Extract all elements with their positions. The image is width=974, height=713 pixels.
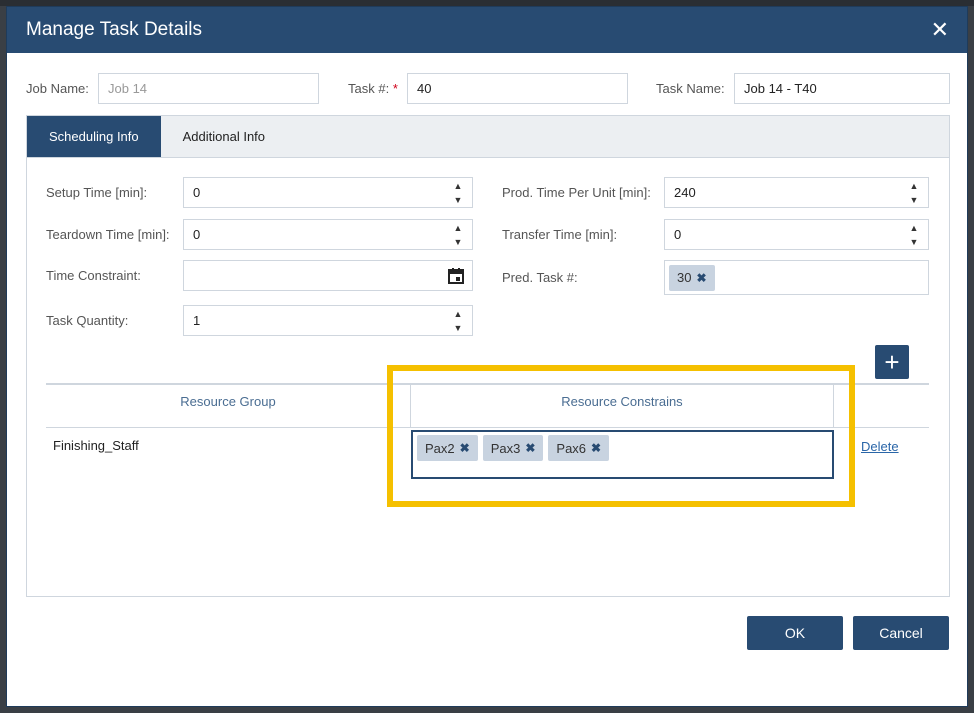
- tab-scheduling-info[interactable]: Scheduling Info: [27, 116, 161, 157]
- teardown-time-spinner[interactable]: ▲ ▼: [452, 223, 464, 247]
- dialog-title: Manage Task Details: [26, 19, 203, 40]
- setup-time-label: Setup Time [min]:: [46, 185, 148, 200]
- prod-time-input[interactable]: 240 ▲ ▼: [664, 177, 929, 208]
- job-name-value: Job 14: [108, 81, 148, 96]
- teardown-time-input[interactable]: 0 ▲ ▼: [183, 219, 473, 250]
- transfer-time-input[interactable]: 0 ▲ ▼: [664, 219, 929, 250]
- teardown-time-value: 0: [193, 227, 201, 242]
- teardown-time-label: Teardown Time [min]:: [46, 227, 170, 242]
- task-quantity-input[interactable]: 1 ▲ ▼: [183, 305, 473, 336]
- close-icon[interactable]: ✕: [931, 19, 949, 41]
- spinner-down-icon[interactable]: ▼: [910, 195, 919, 205]
- spinner-up-icon[interactable]: ▲: [454, 181, 463, 191]
- column-header-resource-group: Resource Group: [180, 394, 276, 409]
- remove-chip-icon[interactable]: ✖: [696, 271, 706, 285]
- transfer-time-value: 0: [674, 227, 682, 242]
- pred-task-chip: 30 ✖: [669, 264, 715, 291]
- prod-time-value: 240: [674, 185, 696, 200]
- delete-row-link[interactable]: Delete: [861, 439, 899, 454]
- tab-additional-info[interactable]: Additional Info: [161, 116, 287, 157]
- pred-task-multiselect[interactable]: 30 ✖: [664, 260, 929, 295]
- spinner-down-icon[interactable]: ▼: [454, 323, 463, 333]
- task-quantity-spinner[interactable]: ▲ ▼: [452, 309, 464, 333]
- task-num-field[interactable]: 40: [407, 73, 628, 104]
- spinner-up-icon[interactable]: ▲: [910, 223, 919, 233]
- cancel-button[interactable]: Cancel: [853, 616, 949, 650]
- time-constraint-input[interactable]: [183, 260, 473, 291]
- time-constraint-label: Time Constraint:: [46, 268, 141, 283]
- spinner-up-icon[interactable]: ▲: [454, 223, 463, 233]
- calendar-icon[interactable]: [448, 268, 464, 284]
- pred-task-label: Pred. Task #:: [502, 270, 578, 285]
- resource-group-cell: Finishing_Staff: [53, 438, 139, 453]
- highlight-box: [387, 365, 855, 507]
- spinner-up-icon[interactable]: ▲: [454, 309, 463, 319]
- setup-time-spinner[interactable]: ▲ ▼: [452, 181, 464, 205]
- spinner-down-icon[interactable]: ▼: [454, 237, 463, 247]
- spinner-down-icon[interactable]: ▼: [454, 195, 463, 205]
- job-name-label: Job Name:: [26, 81, 89, 96]
- add-resource-button[interactable]: +: [875, 345, 909, 379]
- spinner-down-icon[interactable]: ▼: [910, 237, 919, 247]
- task-num-label-text: Task #:: [348, 81, 390, 96]
- task-quantity-value: 1: [193, 313, 201, 328]
- prod-time-spinner[interactable]: ▲ ▼: [908, 181, 920, 205]
- chip-label: 30: [677, 270, 692, 285]
- task-num-label: Task #: *: [348, 81, 398, 96]
- task-name-label: Task Name:: [656, 81, 725, 96]
- task-name-value: Job 14 - T40: [744, 81, 817, 96]
- dialog-titlebar: Manage Task Details ✕: [7, 7, 967, 53]
- task-num-value: 40: [417, 81, 432, 96]
- prod-time-label: Prod. Time Per Unit [min]:: [502, 185, 651, 200]
- ok-button[interactable]: OK: [747, 616, 843, 650]
- tabs-bar: Scheduling Info Additional Info: [27, 116, 949, 158]
- setup-time-value: 0: [193, 185, 201, 200]
- manage-task-dialog: Manage Task Details ✕ Job Name: Job 14 T…: [6, 6, 968, 707]
- required-marker: *: [392, 81, 398, 96]
- job-name-field[interactable]: Job 14: [98, 73, 319, 104]
- spinner-up-icon[interactable]: ▲: [910, 181, 919, 191]
- transfer-time-label: Transfer Time [min]:: [502, 227, 618, 242]
- setup-time-input[interactable]: 0 ▲ ▼: [183, 177, 473, 208]
- task-name-field[interactable]: Job 14 - T40: [734, 73, 950, 104]
- transfer-time-spinner[interactable]: ▲ ▼: [908, 223, 920, 247]
- task-quantity-label: Task Quantity:: [46, 313, 129, 328]
